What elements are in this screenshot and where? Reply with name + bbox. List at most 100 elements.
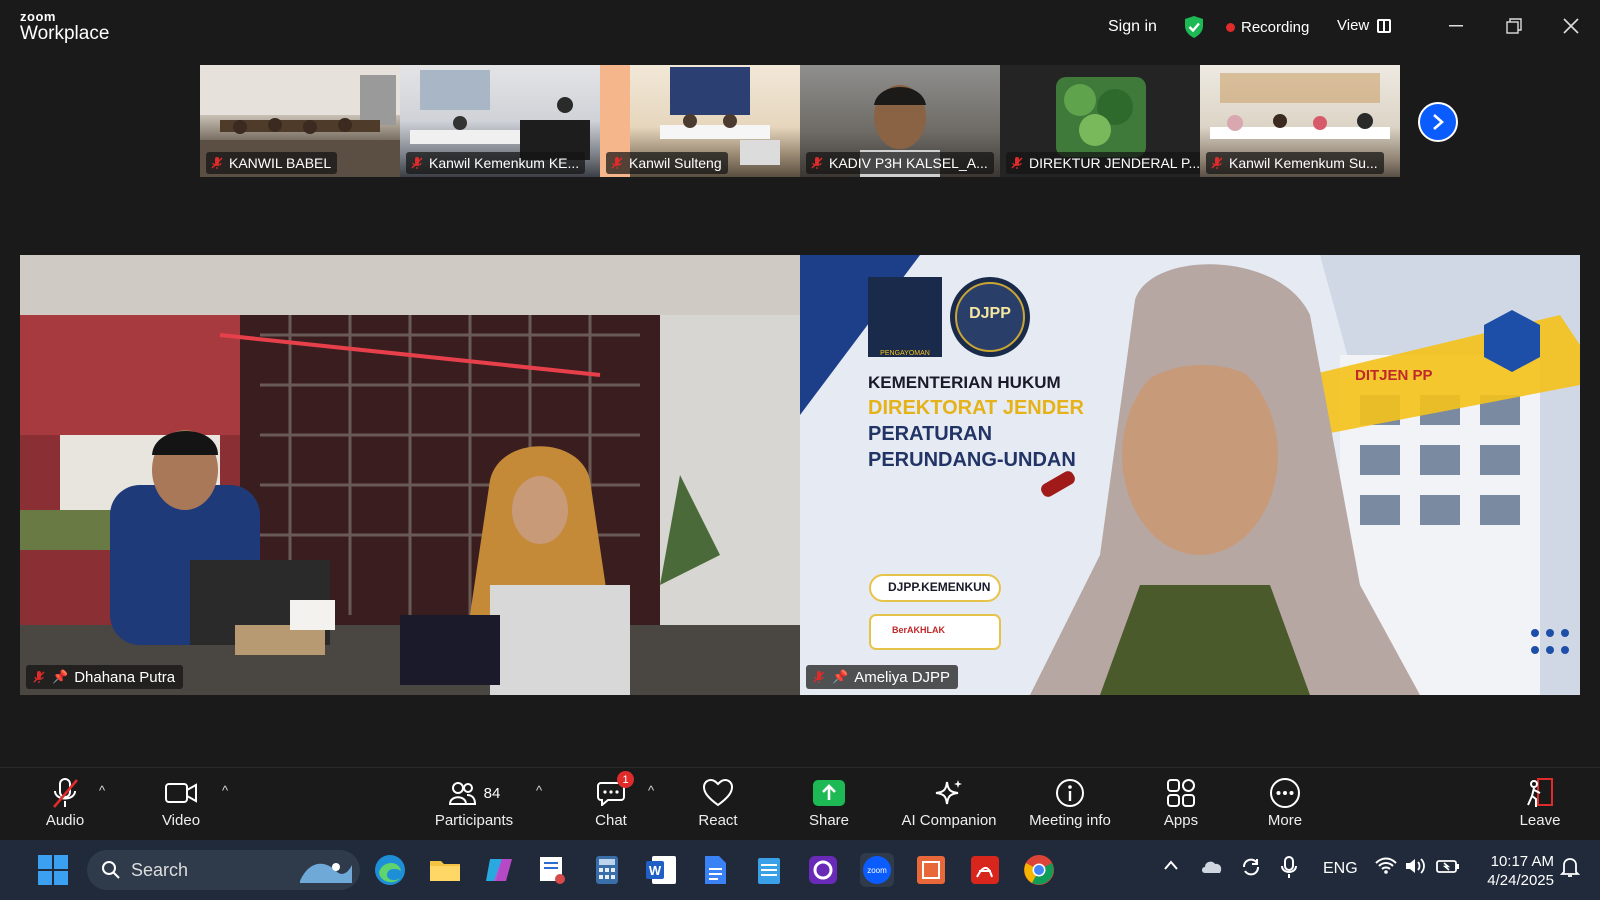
sync-icon[interactable] (1240, 856, 1262, 883)
react-button[interactable]: React (658, 776, 778, 829)
background-logo-caption: PENGAYOMAN (880, 350, 930, 357)
participant-name: Kanwil Kemenkum KE... (429, 155, 580, 171)
apps-button[interactable]: Apps (1121, 776, 1241, 829)
view-label: View (1337, 17, 1370, 34)
zoom-workplace-logo: zoom Workplace (20, 10, 109, 43)
onedrive-cloud-icon[interactable] (1200, 856, 1224, 881)
calculator-icon[interactable] (590, 853, 624, 887)
audio-label: Audio (45, 812, 85, 829)
sparkle-icon (935, 780, 962, 805)
recording-indicator[interactable]: Recording (1226, 19, 1309, 36)
chat-options-chevron-icon[interactable]: ^ (648, 783, 654, 798)
volume-icon[interactable] (1405, 857, 1427, 880)
background-building-sign: DITJEN PP (1355, 367, 1433, 384)
participant-tile[interactable]: Kanwil Kemenkum Su... (1200, 65, 1400, 177)
participant-name-label: 📌 Ameliya DJPP (806, 665, 959, 689)
muted-mic-icon (210, 156, 224, 170)
svg-text:zoom: zoom (867, 866, 887, 875)
muted-mic-icon (610, 156, 624, 170)
muted-microphone-icon (53, 778, 78, 808)
zoom-app-icon[interactable]: zoom (860, 853, 894, 887)
show-hidden-icons-chevron-icon[interactable] (1163, 858, 1179, 876)
more-button[interactable]: More (1225, 776, 1345, 829)
apps-icon (1167, 779, 1195, 807)
video-camera-icon (165, 783, 197, 803)
taskbar-search-box[interactable]: Search (87, 850, 360, 890)
google-docs-icon[interactable] (698, 853, 732, 887)
participant-tile[interactable]: KADIV P3H KALSEL_A... (800, 65, 1000, 177)
powerpoint-icon[interactable] (914, 853, 948, 887)
restore-button[interactable] (1496, 10, 1532, 42)
clock-time: 10:17 AM (1490, 853, 1554, 870)
encryption-shield-icon[interactable] (1183, 15, 1205, 39)
windows-start-icon[interactable] (38, 855, 68, 885)
system-clock[interactable]: 10:17 AM 4/24/2025 (1474, 852, 1554, 890)
ai-companion-label: AI Companion (901, 812, 997, 829)
leave-label: Leave (1519, 812, 1561, 829)
participant-tile[interactable]: KANWIL BABEL (200, 65, 400, 177)
audio-button[interactable]: Audio (5, 776, 125, 829)
notepad-icon[interactable] (752, 853, 786, 887)
background-logo-text: DJPP (969, 305, 1011, 322)
search-highlight-icon (300, 863, 352, 883)
microphone-tray-icon[interactable] (1281, 855, 1297, 884)
next-page-button[interactable] (1418, 102, 1458, 142)
clock-date: 4/24/2025 (1487, 872, 1554, 889)
muted-mic-icon (812, 670, 826, 684)
wifi-icon[interactable] (1375, 857, 1397, 880)
background-badge-text: BerAKHLAK (892, 625, 946, 635)
info-icon (1056, 779, 1084, 807)
copilot-icon[interactable] (482, 853, 516, 887)
minimize-button[interactable] (1438, 10, 1474, 42)
search-icon (102, 861, 120, 879)
muted-mic-icon (1010, 156, 1024, 170)
background-text-line3: PERATURAN (868, 423, 993, 445)
leave-button[interactable]: Leave (1480, 776, 1600, 829)
participant-name: Ameliya DJPP (854, 668, 951, 686)
logo-text-zoom: zoom (20, 9, 56, 24)
battery-icon[interactable] (1436, 857, 1460, 880)
main-video-tile[interactable]: 📌 Dhahana Putra (20, 255, 800, 695)
file-explorer-icon[interactable] (428, 853, 462, 887)
windows-taskbar: Search W zoom ENG 10:17 AM 4/24/2025 (0, 840, 1600, 900)
chat-label: Chat (595, 812, 627, 829)
acrobat-icon[interactable] (968, 853, 1002, 887)
recording-dot-icon (1226, 23, 1235, 32)
participant-thumbnail-strip: KANWIL BABEL Kanwil Kemenkum KE... Kanwi… (200, 65, 1400, 177)
main-video-tile[interactable]: PENGAYOMAN DJPP KEMENTERIAN HUKUM DIREKT… (800, 255, 1580, 695)
chrome-icon[interactable] (1022, 853, 1056, 887)
video-label: Video (161, 812, 201, 829)
participant-tile[interactable]: DIREKTUR JENDERAL P... (1000, 65, 1200, 177)
participant-tile[interactable]: Kanwil Kemenkum KE... (400, 65, 600, 177)
participants-options-chevron-icon[interactable]: ^ (536, 783, 542, 798)
participant-name-label: Kanwil Kemenkum KE... (406, 152, 586, 174)
notification-bell-icon[interactable] (1559, 856, 1581, 883)
edge-browser-icon[interactable] (373, 853, 407, 887)
video-options-chevron-icon[interactable]: ^ (222, 783, 228, 798)
participant-name: Kanwil Kemenkum Su... (1229, 155, 1378, 171)
muted-mic-icon (810, 156, 824, 170)
participant-name: Kanwil Sulteng (629, 155, 722, 171)
close-button[interactable] (1553, 10, 1589, 42)
meeting-info-button[interactable]: Meeting info (1010, 776, 1130, 829)
sign-in-link[interactable]: Sign in (1108, 18, 1157, 36)
snipping-tool-icon[interactable] (536, 853, 570, 887)
pdf-gear-icon[interactable] (806, 853, 840, 887)
search-placeholder: Search (131, 859, 189, 880)
word-icon[interactable]: W (644, 853, 678, 887)
participants-button[interactable]: 84 Participants (414, 776, 534, 829)
ai-companion-button[interactable]: AI Companion (889, 776, 1009, 829)
participant-name-label: 📌 Dhahana Putra (26, 665, 184, 689)
participant-name: DIREKTUR JENDERAL P... (1029, 155, 1200, 171)
share-button[interactable]: Share (769, 776, 889, 829)
audio-options-chevron-icon[interactable]: ^ (99, 783, 105, 798)
participants-label: Participants (434, 812, 514, 829)
participant-name: Dhahana Putra (74, 668, 176, 686)
heart-icon (703, 779, 733, 807)
input-language-indicator[interactable]: ENG (1323, 860, 1358, 878)
participant-name-label: KANWIL BABEL (206, 152, 338, 174)
share-label: Share (808, 812, 850, 829)
participant-tile[interactable]: Kanwil Sulteng (600, 65, 800, 177)
muted-mic-icon (1210, 156, 1224, 170)
view-button[interactable]: View (1337, 17, 1392, 34)
